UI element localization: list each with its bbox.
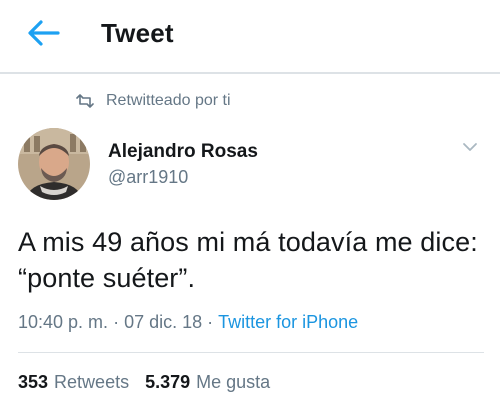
header-divider — [0, 72, 500, 74]
likes-label: Me gusta — [196, 372, 271, 392]
tweet-meta: 10:40 p. m. · 07 dic. 18 · Twitter for i… — [18, 312, 358, 333]
arrow-left-icon — [28, 20, 60, 46]
retweets-stat[interactable]: 353 Retweets — [18, 372, 129, 393]
meta-separator: · — [113, 312, 120, 332]
back-button[interactable] — [26, 18, 66, 52]
top-bar: Tweet — [0, 0, 500, 72]
likes-stat[interactable]: 5.379 Me gusta — [145, 372, 270, 393]
stats-divider — [18, 352, 484, 353]
avatar[interactable] — [18, 128, 90, 200]
retweets-count: 353 — [18, 372, 49, 392]
more-options-button[interactable] — [462, 140, 482, 156]
author-name[interactable]: Alejandro Rosas — [108, 141, 258, 163]
likes-count: 5.379 — [145, 372, 191, 392]
page-title: Tweet — [101, 18, 174, 48]
retweet-context: Retwitteado por ti — [76, 90, 231, 112]
tweet-text: A mis 49 años mi má todavía me dice: “po… — [18, 227, 478, 293]
tweet-time: 10:40 p. m. — [18, 312, 109, 332]
avatar-image — [18, 128, 90, 200]
chevron-down-icon — [463, 143, 477, 151]
tweet-date: 07 dic. 18 — [124, 312, 203, 332]
retweets-label: Retweets — [54, 372, 130, 392]
tweet-stats: 353 Retweets 5.379 Me gusta — [18, 372, 286, 393]
retweet-icon — [76, 94, 94, 108]
tweet-source-link[interactable]: Twitter for iPhone — [218, 312, 358, 333]
author-handle[interactable]: @arr1910 — [108, 167, 188, 188]
meta-separator: · — [207, 312, 214, 332]
retweet-label: Retwitteado por ti — [106, 92, 231, 109]
